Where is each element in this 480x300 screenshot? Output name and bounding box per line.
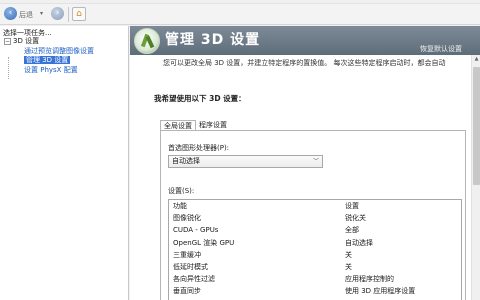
setting-feature: OpenGL 渲染 GPU	[173, 238, 235, 247]
settings-prompt: 我希望使用以下 3D 设置：	[154, 94, 246, 103]
setting-value[interactable]: 关	[345, 261, 352, 273]
setting-value[interactable]: 自动选择	[345, 237, 373, 249]
setting-value[interactable]: 全部	[345, 224, 359, 236]
tree-item-label[interactable]: 管理 3D 设置	[24, 56, 71, 64]
toolbar: ‹ 后退 ▾ › ⌂	[0, 4, 480, 25]
task-panel: 选择一项任务... − 3D 设置 通过预览调整图像设置 管理 3D 设置 设置…	[0, 26, 129, 300]
chevron-down-icon: ﹀	[312, 158, 319, 165]
tree-item-label: 3D 设置	[13, 37, 40, 45]
setting-feature: CUDA - GPUs	[173, 226, 219, 235]
back-dropdown-icon[interactable]: ▾	[40, 10, 43, 17]
back-label[interactable]: 后退	[19, 10, 33, 20]
table-header: 功能 设置	[169, 200, 461, 212]
setting-value[interactable]: 锐化关	[345, 212, 366, 224]
tree-item-adjust-image-preview[interactable]: 通过预览调整图像设置	[3, 47, 128, 57]
table-row[interactable]: 垂直同步 使用 3D 应用程序设置	[169, 285, 461, 297]
toolbar-separator	[68, 7, 69, 22]
setting-feature: 低延时模式	[173, 262, 208, 271]
home-icon[interactable]: ⌂	[72, 7, 86, 21]
nvidia-3d-settings-icon	[134, 28, 160, 54]
setting-feature: 图像锐化	[173, 214, 201, 223]
column-header-feature: 功能	[173, 202, 187, 210]
column-header-value: 设置	[345, 202, 359, 210]
page-banner: 管理 3D 设置 恢复默认设置	[130, 26, 480, 55]
content-panel: 管理 3D 设置 恢复默认设置 您可以更改全局 3D 设置，并建立特定程序的置换…	[130, 26, 480, 300]
setting-feature: 三重缓冲	[173, 250, 201, 259]
preferred-gpu-label: 首选图形处理器(P):	[168, 144, 230, 152]
setting-value[interactable]: 使用 3D 应用程序设置	[345, 285, 415, 297]
page-description: 您可以更改全局 3D 设置，并建立特定程序的置换值。 每次这些特定程序启动时，都…	[163, 59, 446, 67]
settings-list-label: 设置(S):	[168, 187, 195, 195]
scrollbar-thumb[interactable]	[473, 67, 480, 185]
table-row[interactable]: 三重缓冲 关	[169, 249, 461, 261]
setting-feature: 垂直同步	[173, 287, 201, 296]
preferred-gpu-value: 自动选择	[172, 157, 200, 165]
table-row[interactable]: 各向异性过滤 应用程序控制的	[169, 273, 461, 285]
setting-value[interactable]: 应用程序控制的	[345, 273, 394, 285]
back-arrow-icon[interactable]: ‹	[4, 7, 17, 20]
tree-item-physx-config[interactable]: 设置 PhysX 配置	[3, 66, 128, 76]
tree-item-3d-settings[interactable]: − 3D 设置	[3, 37, 128, 47]
table-row[interactable]: 图像锐化 锐化关	[169, 212, 461, 224]
tree-connector	[8, 57, 9, 79]
vertical-scrollbar[interactable]: ▲	[471, 55, 480, 300]
table-row[interactable]: OpenGL 渲染 GPU 自动选择	[169, 237, 461, 249]
tree-item-label[interactable]: 通过预览调整图像设置	[24, 47, 94, 55]
collapse-icon[interactable]: −	[4, 38, 11, 45]
scroll-up-icon[interactable]: ▲	[472, 55, 480, 64]
tree-item-label[interactable]: 设置 PhysX 配置	[24, 66, 78, 74]
setting-feature: 各向异性过滤	[173, 275, 215, 284]
table-row[interactable]: 低延时模式 关	[169, 261, 461, 273]
preferred-gpu-select[interactable]: 自动选择 ﹀	[168, 155, 323, 168]
forward-arrow-icon[interactable]: ›	[51, 7, 64, 20]
page-title: 管理 3D 设置	[165, 32, 261, 48]
task-tree: − 3D 设置 通过预览调整图像设置 管理 3D 设置 设置 PhysX 配置	[3, 37, 128, 79]
restore-defaults-link[interactable]: 恢复默认设置	[420, 44, 462, 54]
table-row[interactable]: CUDA - GPUs 全部	[169, 224, 461, 236]
tree-item-manage-3d-settings[interactable]: 管理 3D 设置	[3, 56, 128, 66]
settings-table: 功能 设置 图像锐化 锐化关 CUDA - GPUs 全部 OpenGL 渲染 …	[168, 199, 462, 300]
global-settings-panel: 首选图形处理器(P): 自动选择 ﹀ 设置(S): 功能 设置 图像锐化 锐化关…	[160, 130, 466, 300]
setting-value[interactable]: 关	[345, 249, 352, 261]
